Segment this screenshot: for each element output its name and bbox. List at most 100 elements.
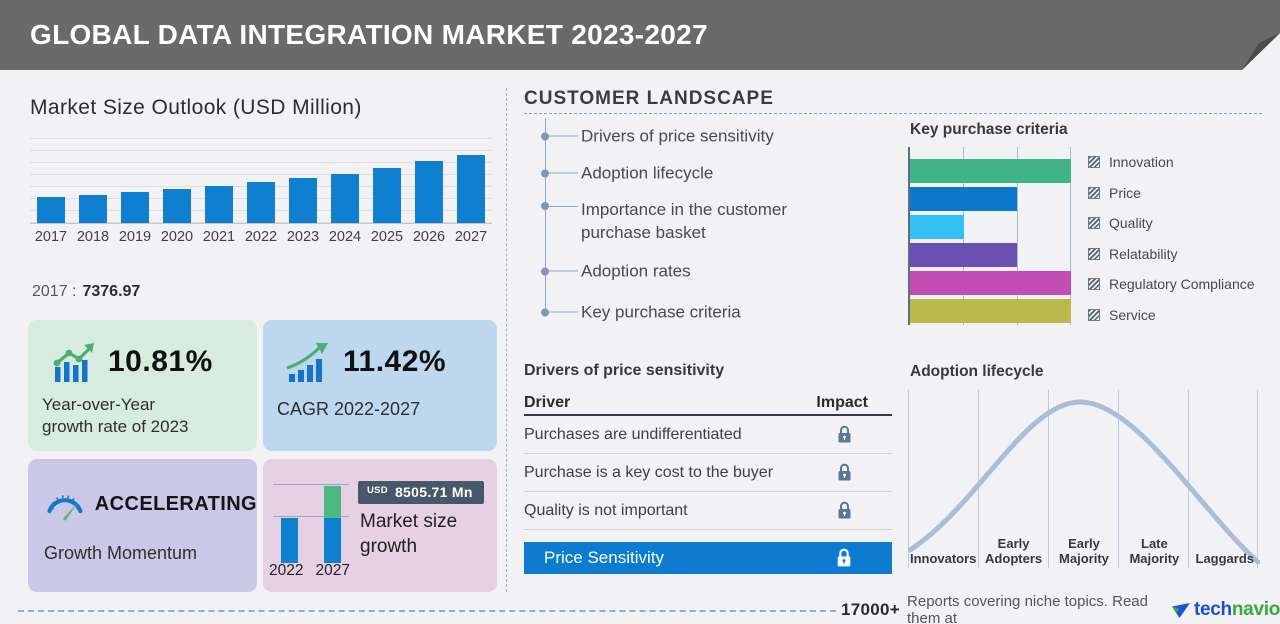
brand-text-navio: navio	[1231, 599, 1280, 620]
customer-landscape-list: Drivers of price sensitivity Adoption li…	[541, 116, 895, 324]
criteria-bar-relatability	[910, 243, 1018, 267]
table-row: Purchases are undifferentiated	[524, 416, 892, 454]
list-item: Adoption lifecycle	[541, 162, 851, 185]
x-tick-label: 2023	[286, 229, 320, 245]
brand-text-tech: tech	[1194, 599, 1232, 620]
table-row: Purchase is a key cost to the buyer	[524, 454, 892, 492]
bullet-dot	[541, 202, 549, 210]
market-size-bar	[36, 196, 66, 223]
market-size-bar-column	[366, 138, 408, 223]
market-size-bar-column	[30, 138, 72, 223]
market-size-bar	[372, 167, 402, 223]
driver-label: Purchase is a key cost to the buyer	[524, 463, 774, 481]
market-size-bar	[78, 195, 108, 223]
stage-label: Early Majority	[1059, 536, 1109, 566]
market-size-bar	[414, 161, 444, 223]
lock-icon	[838, 463, 851, 481]
table-row: Quality is not important	[524, 492, 892, 530]
legend-label: Innovation	[1109, 154, 1174, 171]
legend-item: Price	[1088, 178, 1255, 209]
customer-landscape-underline	[524, 113, 1262, 114]
criteria-bar-price	[910, 187, 1018, 211]
x-tick-label: 2025	[370, 229, 404, 245]
base-year-label: 2017 :	[32, 283, 77, 300]
market-size-bar-column	[282, 138, 324, 223]
key-purchase-criteria-chart	[908, 147, 1071, 325]
x-tick-label: 2027	[454, 229, 488, 245]
connector	[545, 270, 578, 272]
connector	[545, 172, 578, 174]
list-item-label: Adoption lifecycle	[581, 163, 714, 183]
market-size-chart-labels: 2017 2018 2019 2020 2021 2022 2023 2024 2025 2026…	[30, 229, 492, 245]
key-purchase-criteria-legend: Innovation Price Quality Relatability Re…	[1088, 147, 1255, 330]
list-item-label: Importance in the customer purchase bask…	[581, 200, 787, 242]
x-tick-label: 2022	[244, 229, 278, 245]
cagr-card: 11.42% CAGR 2022-2027	[263, 320, 497, 451]
momentum-desc: Growth Momentum	[44, 543, 198, 563]
base-year-number: 7376.97	[82, 283, 141, 300]
adoption-lifecycle-title: Adoption lifecycle	[910, 363, 1044, 380]
criteria-bar-regulatory-compliance	[910, 271, 1071, 295]
mini-chart-topline	[273, 484, 349, 485]
market-size-chart: 2017 2018 2019 2020 2021 2022 2023 2024 2025 2026…	[30, 138, 492, 245]
market-size-bar-column	[324, 138, 366, 223]
yoy-growth-desc-line1: Year-over-Year	[42, 395, 156, 414]
infographic-page: GLOBAL DATA INTEGRATION MARKET 2023-2027…	[0, 0, 1280, 624]
market-size-bar	[120, 192, 150, 223]
growth-arrow-icon	[286, 343, 328, 382]
currency-label: USD	[367, 484, 388, 496]
x-tick-label: 2020	[160, 229, 194, 245]
market-size-bar-column	[72, 138, 114, 223]
highlight-label: Price Sensitivity	[544, 548, 664, 567]
driver-label: Quality is not important	[524, 501, 688, 519]
stage-label: Innovators	[909, 551, 977, 566]
market-size-bar-column	[114, 138, 156, 223]
vertical-divider	[506, 88, 507, 592]
market-size-chart-title: Market Size Outlook (USD Million)	[30, 96, 362, 119]
legend-item: Service	[1088, 300, 1255, 331]
market-size-bar-column	[240, 138, 282, 223]
legend-label: Quality	[1109, 215, 1153, 232]
page-title: GLOBAL DATA INTEGRATION MARKET 2023-2027	[30, 19, 708, 50]
stage-label: Late Majority	[1129, 536, 1180, 566]
yoy-growth-desc-line2: growth rate of 2023	[42, 417, 189, 436]
lock-icon	[838, 425, 851, 443]
x-tick-label: 2018	[76, 229, 110, 245]
list-item: Key purchase criteria	[541, 301, 851, 324]
market-size-bar-column	[198, 138, 240, 223]
list-item-label: Adoption rates	[581, 261, 691, 281]
legend-item: Regulatory Compliance	[1088, 269, 1255, 300]
market-size-bar	[456, 154, 486, 223]
customer-landscape-title: CUSTOMER LANDSCAPE	[524, 88, 774, 109]
cagr-value: 11.42%	[343, 345, 447, 378]
list-item-label: Key purchase criteria	[581, 302, 741, 322]
driver-label: Purchases are undifferentiated	[524, 425, 742, 443]
x-tick-label: 2019	[118, 229, 152, 245]
market-size-bar-column	[408, 138, 450, 223]
bullet-dot	[541, 132, 549, 140]
mini-year-start: 2022	[269, 562, 304, 579]
lifecycle-stage-labels: Innovators Early Adopters Early Majority…	[908, 536, 1260, 566]
bullet-dot	[541, 169, 549, 177]
kpi-cards: 10.81% Year-over-Year growth rate of 202…	[28, 320, 497, 592]
legend-item: Innovation	[1088, 147, 1255, 178]
hatched-square-marker	[1088, 156, 1100, 169]
market-size-bar	[246, 182, 276, 223]
column-header-driver: Driver	[524, 394, 571, 411]
connector	[545, 206, 578, 207]
hatched-square-marker	[1088, 278, 1100, 291]
lock-icon	[838, 501, 851, 519]
lock-icon	[837, 548, 851, 567]
market-size-bar-column	[156, 138, 198, 223]
bar-trend-icon	[53, 343, 94, 382]
list-item: Drivers of price sensitivity	[541, 125, 851, 148]
growth-amount-badge: USD 8505.71 Mn	[358, 481, 484, 504]
adoption-lifecycle-chart: Innovators Early Adopters Early Majority…	[908, 390, 1260, 568]
technavio-logo: tech navio	[1171, 599, 1280, 621]
header-banner: GLOBAL DATA INTEGRATION MARKET 2023-2027	[0, 0, 1280, 70]
footer-text: Reports covering niche topics. Read them…	[907, 593, 1148, 624]
growth-desc-line2: growth	[360, 536, 418, 557]
hatched-square-marker	[1088, 186, 1100, 199]
x-tick-label: 2024	[328, 229, 362, 245]
technavio-logo-icon	[1172, 602, 1190, 618]
